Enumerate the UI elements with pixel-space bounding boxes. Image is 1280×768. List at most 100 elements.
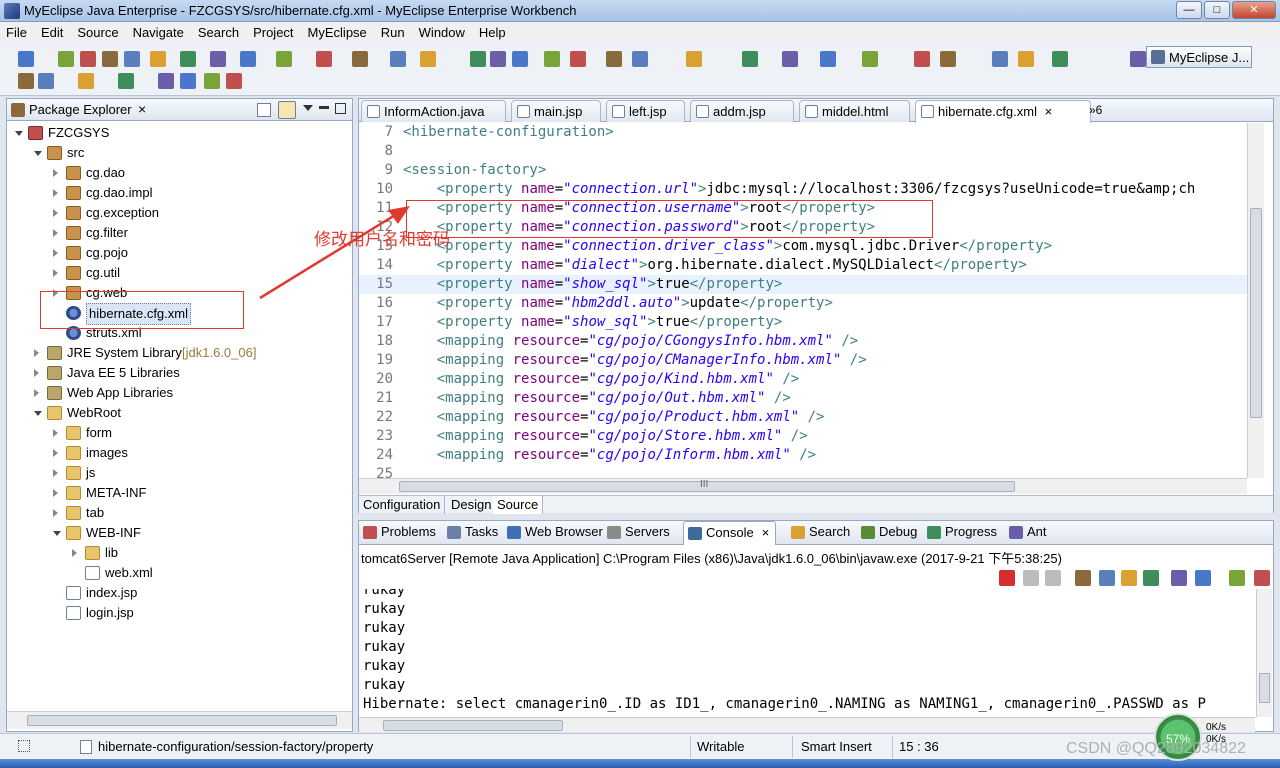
editor-mode-tab[interactable]: Configuration [359,496,446,514]
view-menu-icon[interactable] [303,105,313,111]
maximize-view-icon[interactable] [335,103,346,114]
code-line[interactable]: 25 [359,465,1247,478]
editor-mode-tab[interactable]: Design [447,496,497,514]
toolbar-action-icon[interactable] [1018,51,1034,67]
code-line[interactable]: 22 <mapping resource="cg/pojo/Product.hb… [359,408,1247,427]
menu-edit[interactable]: Edit [41,25,63,40]
tree-item[interactable]: Java EE 5 Libraries [7,363,352,383]
toolbar-action-icon[interactable] [686,51,702,67]
editor-hscroll-thumb[interactable]: III [399,479,1015,492]
editor-tab[interactable]: hibernate.cfg.xml × [915,100,1091,123]
code-line[interactable]: 10 <property name="connection.url">jdbc:… [359,180,1247,199]
toolbar-action-icon[interactable] [820,51,836,67]
expanded-arrow-icon[interactable] [53,531,61,536]
tree-item[interactable]: form [7,423,352,443]
tree-item[interactable]: tab [7,503,352,523]
tree-item[interactable]: js [7,463,352,483]
editor-tab[interactable]: main.jsp [511,100,601,122]
collapsed-arrow-icon[interactable] [34,369,39,377]
menu-search[interactable]: Search [198,25,239,40]
console-action-icon[interactable] [1171,570,1187,586]
toolbar-action-icon[interactable] [992,51,1008,67]
tree-item[interactable]: FZCGSYS [7,123,352,143]
editor-vertical-scrollbar[interactable] [1247,123,1264,478]
console-hscroll-thumb[interactable] [383,720,563,731]
toolbar-action-icon[interactable] [570,51,586,67]
code-area[interactable]: 7 <hibernate-configuration> 8 9 <session-fac… [359,123,1247,478]
tree-scroll-thumb[interactable] [27,715,337,726]
tree-item[interactable]: index.jsp [7,583,352,603]
menu-window[interactable]: Window [419,25,465,40]
expanded-arrow-icon[interactable] [34,411,42,416]
code-line[interactable]: 16 <property name="hbm2ddl.auto">update<… [359,294,1247,313]
console-action-icon[interactable] [1075,570,1091,586]
fast-view-icon[interactable] [18,740,30,752]
collapsed-arrow-icon[interactable] [53,509,58,517]
tree-item[interactable]: WebRoot [7,403,352,423]
editor-horizontal-scrollbar[interactable]: III [359,478,1247,494]
toolbar-action-icon[interactable] [210,51,226,67]
collapsed-arrow-icon[interactable] [53,189,58,197]
toolbar-action-icon[interactable] [124,51,140,67]
console-vscroll-thumb[interactable] [1259,673,1270,703]
console-tab[interactable]: Search [789,524,850,539]
toolbar-action-icon[interactable] [782,51,798,67]
toolbar-action-icon[interactable] [606,51,622,67]
tree-item[interactable]: Web App Libraries [7,383,352,403]
editor-tab[interactable]: left.jsp [606,100,685,122]
menu-help[interactable]: Help [479,25,506,40]
toolbar-action-icon[interactable] [420,51,436,67]
code-line[interactable]: 20 <mapping resource="cg/pojo/Kind.hbm.x… [359,370,1247,389]
toolbar-action-icon[interactable] [352,51,368,67]
toolbar-action-icon[interactable] [276,51,292,67]
collapse-all-icon[interactable] [257,103,271,117]
toolbar-action-icon[interactable] [102,51,118,67]
menu-run[interactable]: Run [381,25,405,40]
menu-navigate[interactable]: Navigate [133,25,184,40]
code-line[interactable]: 21 <mapping resource="cg/pojo/Out.hbm.xm… [359,389,1247,408]
minimize-view-icon[interactable] [319,106,329,109]
code-line[interactable]: 14 <property name="dialect">org.hibernat… [359,256,1247,275]
code-line[interactable]: 24 <mapping resource="cg/pojo/Inform.hbm… [359,446,1247,465]
collapsed-arrow-icon[interactable] [53,469,58,477]
collapsed-arrow-icon[interactable] [53,269,58,277]
tree-item[interactable]: WEB-INF [7,523,352,543]
code-line[interactable]: 15 <property name="show_sql">true</prope… [359,275,1247,294]
code-line[interactable]: 8 [359,142,1247,161]
editor-tab[interactable]: addm.jsp [690,100,794,122]
tree-item[interactable]: lib [7,543,352,563]
more-tabs-indicator[interactable]: »6 [1089,103,1102,117]
toolbar-nav-icon[interactable] [38,73,54,89]
collapsed-arrow-icon[interactable] [53,489,58,497]
console-tab[interactable]: Web Browser [505,524,603,539]
editor-tab[interactable]: InformAction.java [361,100,506,122]
console-action-icon[interactable] [1143,570,1159,586]
perspective-switcher[interactable]: MyEclipse J... [1146,46,1252,68]
code-line[interactable]: 19 <mapping resource="cg/pojo/CManagerIn… [359,351,1247,370]
toolbar-nav-icon[interactable] [158,73,174,89]
tree-item[interactable]: images [7,443,352,463]
toolbar-nav-icon[interactable] [118,73,134,89]
close-tab-icon[interactable]: × [1041,104,1053,119]
menu-myeclipse[interactable]: MyEclipse [308,25,367,40]
console-tab[interactable]: Servers [605,524,670,539]
console-tab[interactable]: Progress [925,524,997,539]
console-tab[interactable]: Problems [361,524,436,539]
code-line[interactable]: 13 <property name="connection.driver_cla… [359,237,1247,256]
editor-vscroll-thumb[interactable] [1250,208,1262,418]
close-tab-icon[interactable]: × [762,525,770,540]
code-line[interactable]: 7 <hibernate-configuration> [359,123,1247,142]
toolbar-action-icon[interactable] [940,51,956,67]
toolbar-action-icon[interactable] [544,51,560,67]
menu-project[interactable]: Project [253,25,293,40]
link-with-editor-icon[interactable] [278,101,296,119]
console-vertical-scrollbar[interactable] [1256,589,1272,717]
tree-item[interactable]: web.xml [7,563,352,583]
code-line[interactable]: 9 <session-factory> [359,161,1247,180]
console-action-icon[interactable] [1099,570,1115,586]
console-action-icon[interactable] [1254,570,1270,586]
console-tab[interactable]: Ant [1007,524,1047,539]
toolbar-action-icon[interactable] [390,51,406,67]
toolbar-nav-icon[interactable] [18,73,34,89]
collapsed-arrow-icon[interactable] [53,229,58,237]
